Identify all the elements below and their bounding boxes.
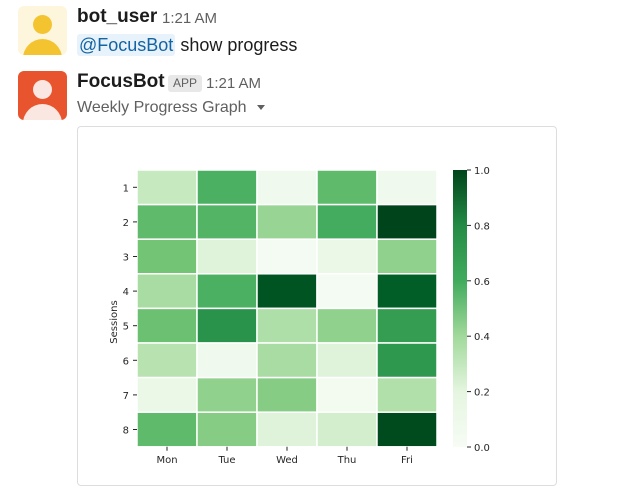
heatmap-cell	[256, 376, 318, 413]
heatmap-cell	[256, 411, 318, 448]
message-author[interactable]: bot_user	[77, 6, 157, 28]
attachment-title-text: Weekly Progress Graph	[77, 99, 247, 116]
y-tick-label: 3	[123, 253, 129, 264]
colorbar-tick-label: 0.8	[474, 221, 490, 232]
colorbar-tick-label: 0.0	[474, 443, 490, 454]
avatar-head-icon	[33, 15, 52, 34]
heatmap-cell	[376, 203, 438, 240]
message-text: @FocusBot show progress	[77, 34, 298, 56]
user-mention[interactable]: @FocusBot	[77, 34, 176, 56]
heatmap-cell	[136, 273, 198, 310]
x-tick-label: Wed	[276, 455, 298, 466]
heatmap-cell	[136, 411, 198, 448]
heatmap-cell	[136, 203, 198, 240]
heatmap-cell	[316, 307, 378, 344]
attachment-title[interactable]: Weekly Progress Graph	[77, 99, 265, 117]
colorbar-tick-label: 0.2	[474, 388, 490, 399]
x-tick-label: Mon	[156, 455, 177, 466]
heatmap-cell	[256, 169, 318, 206]
heatmap-cell	[376, 273, 438, 310]
app-badge: APP	[168, 75, 203, 92]
heatmap-cell	[376, 307, 438, 344]
heatmap-cell	[196, 203, 258, 240]
heatmap-cell	[316, 273, 378, 310]
heatmap-cell	[256, 238, 318, 275]
heatmap-cell	[376, 169, 438, 206]
x-tick-label: Fri	[401, 455, 413, 466]
heatmap-cell	[136, 376, 198, 413]
heatmap-cell	[256, 307, 318, 344]
y-tick-label: 2	[123, 218, 129, 229]
heatmap-cell	[376, 411, 438, 448]
y-tick-label: 1	[123, 183, 129, 194]
colorbar-tick-label: 0.4	[474, 332, 490, 343]
x-tick-label: Tue	[217, 455, 235, 466]
heatmap-cell	[376, 238, 438, 275]
heatmap-cell	[316, 342, 378, 379]
attachment-card: Mon Tue Wed Thu Fri 1 2 3 4 5 6 7 8 Sessions 0.0 0.2…	[77, 126, 557, 486]
y-axis-label: Sessions	[109, 300, 120, 343]
heatmap-cell	[196, 169, 258, 206]
y-tick-label: 5	[123, 322, 129, 333]
heatmap-cell	[256, 342, 318, 379]
heatmap-cell	[196, 411, 258, 448]
heatmap-cell	[136, 169, 198, 206]
message-timestamp[interactable]: 1:21 AM	[162, 10, 217, 27]
heatmap-cell	[316, 411, 378, 448]
bot-avatar[interactable]	[18, 71, 67, 120]
heatmap-cell	[196, 273, 258, 310]
chevron-down-icon[interactable]	[256, 105, 265, 111]
heatmap-cell	[376, 342, 438, 379]
heatmap-cell	[316, 238, 378, 275]
heatmap-cell	[316, 169, 378, 206]
heatmap-cell	[256, 203, 318, 240]
colorbar	[453, 170, 467, 447]
colorbar-tick-label: 1.0	[474, 166, 490, 177]
heatmap-cell	[196, 307, 258, 344]
avatar-body-icon	[23, 104, 62, 120]
y-tick-label: 8	[123, 426, 129, 437]
message-timestamp[interactable]: 1:21 AM	[206, 75, 261, 92]
heatmap-cell	[196, 238, 258, 275]
heatmap-cell	[136, 307, 198, 344]
avatar-body-icon	[23, 39, 62, 55]
heatmap-cell	[256, 273, 318, 310]
y-tick-label: 4	[123, 287, 129, 298]
heatmap-cell	[316, 376, 378, 413]
x-tick-label: Thu	[337, 455, 357, 466]
message-body: show progress	[180, 35, 298, 55]
colorbar-tick-label: 0.6	[474, 277, 490, 288]
heatmap-cell	[136, 238, 198, 275]
heatmap-cell	[196, 342, 258, 379]
heatmap-cell	[196, 376, 258, 413]
heatmap-cell	[376, 376, 438, 413]
user-avatar[interactable]	[18, 6, 67, 55]
y-tick-label: 6	[123, 356, 129, 367]
avatar-head-icon	[33, 80, 52, 99]
heatmap-chart: Mon Tue Wed Thu Fri 1 2 3 4 5 6 7 8 Sessions 0.0 0.2…	[109, 166, 490, 466]
message-author[interactable]: FocusBot	[77, 71, 165, 93]
heatmap-cell	[316, 203, 378, 240]
heatmap-cell	[136, 342, 198, 379]
y-tick-label: 7	[123, 391, 129, 402]
